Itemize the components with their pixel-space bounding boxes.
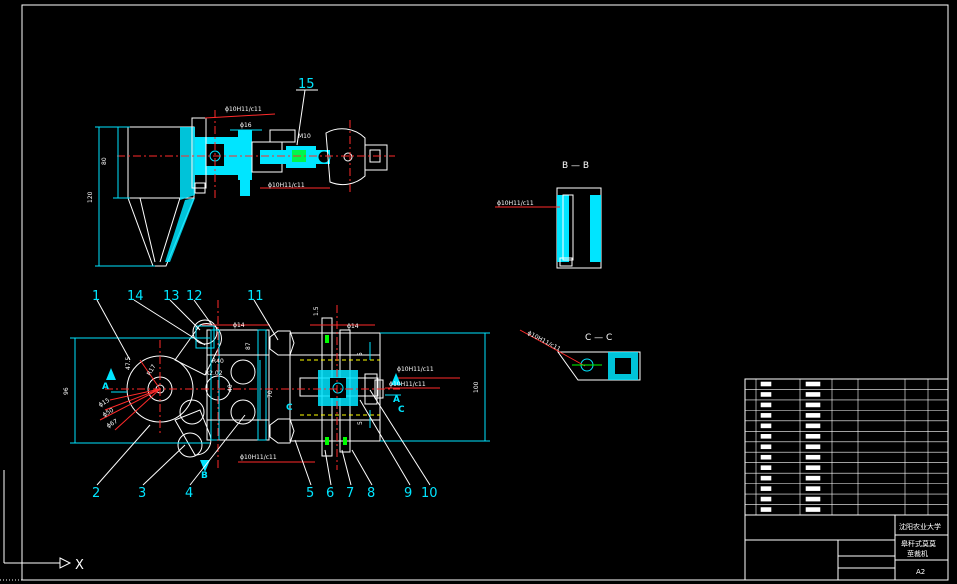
dim-main-r40: R40 <box>212 358 224 365</box>
section-bb-title: B — B <box>562 161 589 171</box>
part-number-7: 7 <box>346 486 354 501</box>
dim-main-d14a: ϕ14 <box>233 322 245 329</box>
part-number-3: 3 <box>138 486 146 501</box>
dim-main-5b: 5 <box>357 421 364 425</box>
title-block-name-2: 莖裁机 <box>907 549 928 558</box>
dim-top-fit-1: ϕ10H11/c11 <box>225 106 262 113</box>
part-number-11: 11 <box>247 289 264 304</box>
dim-main-47-5: 47.5 <box>125 356 132 370</box>
part-number-10: 10 <box>421 486 438 501</box>
section-mark-c-right: C <box>398 405 405 415</box>
dim-top-m10: M10 <box>298 133 311 140</box>
dim-bb-fit: ϕ10H11/c11 <box>497 200 534 207</box>
part-number-8: 8 <box>367 486 375 501</box>
section-cc-title: C — C <box>585 333 612 343</box>
main-view <box>70 299 490 486</box>
dim-main-d50: ϕ50 <box>102 407 116 419</box>
dim-main-fit-3: ϕ10H11/c11 <box>240 454 277 461</box>
dim-main-r17: R17 <box>146 363 158 377</box>
part-number-2: 2 <box>92 486 100 501</box>
dim-main-70: 70 <box>267 390 274 398</box>
part-number-5: 5 <box>306 486 314 501</box>
dim-main-r2-02: R2.02 <box>205 370 223 377</box>
title-block-name-1: 皋秆式莫莫 <box>901 539 936 548</box>
section-mark-a-right: A <box>393 395 400 405</box>
cad-drawing-canvas[interactable]: 15 1 14 13 12 11 2 3 4 5 6 7 8 9 10 B — … <box>0 0 957 584</box>
drawing-border <box>21 4 949 581</box>
top-view <box>95 89 395 267</box>
title-block-sheet-size: A2 <box>916 568 925 576</box>
dim-main-96: 96 <box>63 387 70 395</box>
part-number-1: 1 <box>92 289 100 304</box>
dim-top-80: 80 <box>101 157 108 165</box>
dim-main-87: 87 <box>245 342 252 350</box>
dim-top-120: 120 <box>87 191 94 203</box>
part-number-4: 4 <box>185 486 193 501</box>
part-number-9: 9 <box>404 486 412 501</box>
part-number-14: 14 <box>127 289 144 304</box>
part-number-labels: 15 1 14 13 12 11 2 3 4 5 6 7 8 9 10 <box>92 77 438 501</box>
title-block-school: 沈阳农业大学 <box>899 522 941 531</box>
dim-main-40: 40 <box>227 384 234 392</box>
part-number-12: 12 <box>186 289 203 304</box>
title-block: 沈阳农业大学 皋秆式莫莫 莖裁机 A2 <box>744 378 949 581</box>
dim-main-1-5: 1.5 <box>313 306 320 316</box>
dim-top-d16: ϕ16 <box>240 122 252 129</box>
part-number-13: 13 <box>163 289 180 304</box>
part-number-6: 6 <box>326 486 334 501</box>
section-mark-c-left: C <box>286 403 293 413</box>
dim-main-5a: 5 <box>357 352 364 356</box>
dim-main-100: 100 <box>473 381 480 393</box>
dim-main-d14b: ϕ14 <box>347 323 359 330</box>
ucs-x-label: X <box>75 558 84 573</box>
dim-top-fit-2: ϕ10H11/c11 <box>268 182 305 189</box>
dim-main-d15: ϕ15 <box>98 397 112 409</box>
dim-main-fit-1: ϕ10H11/c11 <box>397 366 434 373</box>
section-mark-a-left: A <box>102 382 109 392</box>
dim-cc-fit: ϕ10H11/c11 <box>526 330 562 353</box>
part-number-15: 15 <box>298 77 315 92</box>
revision-table <box>745 379 948 515</box>
dim-main-fit-2: ϕ10H11/c11 <box>389 381 426 388</box>
section-mark-b-bottom: B <box>201 471 208 481</box>
